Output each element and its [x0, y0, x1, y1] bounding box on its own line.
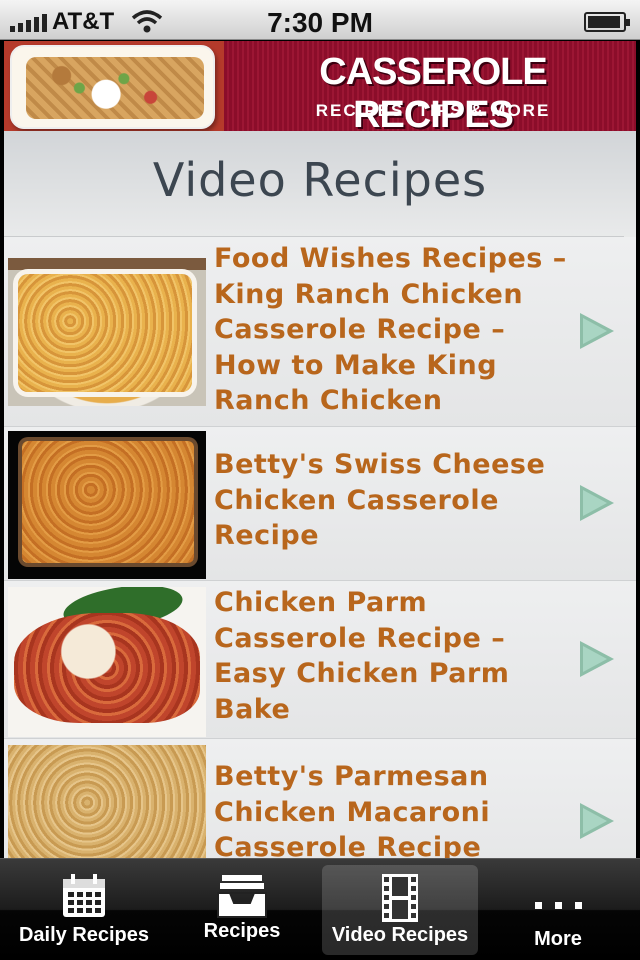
video-title: Chicken Parm Casserole Recipe – Easy Chi… [214, 587, 510, 725]
inbox-tray-icon [216, 873, 268, 923]
disclosure-arrow-icon [580, 485, 614, 521]
tab-bar: Daily Recipes Recipes Video Recipes More [0, 858, 640, 960]
film-strip-icon [380, 873, 420, 927]
header-banner: CASSEROLE RECIPES RECIPES, TIPS & MORE [4, 41, 636, 131]
tab-more[interactable]: More [480, 865, 636, 955]
casserole-dish-image [4, 41, 224, 131]
video-thumbnail [8, 745, 206, 858]
tab-label: Recipes [203, 920, 281, 942]
video-thumbnail [8, 431, 206, 579]
tab-daily-recipes[interactable]: Daily Recipes [6, 865, 162, 955]
page-title: Video Recipes [152, 153, 488, 207]
video-thumbnail [8, 258, 206, 406]
content-area[interactable]: Video Recipes Food Wishes Recipes – King… [4, 131, 636, 858]
tab-label: Video Recipes [331, 924, 469, 946]
video-list-item[interactable]: Betty's Parmesan Chicken Macaroni Casser… [4, 739, 636, 858]
status-clock: 7:30 PM [267, 7, 373, 38]
battery-icon [584, 12, 630, 32]
video-list-item[interactable]: Food Wishes Recipes – King Ranch Chicken… [4, 237, 636, 427]
disclosure-arrow-icon [580, 641, 614, 677]
video-list-item[interactable]: Betty's Swiss Cheese Chicken Casserole R… [4, 427, 636, 581]
video-title: Betty's Parmesan Chicken Macaroni Casser… [214, 761, 491, 858]
banner-subtitle: RECIPES, TIPS & MORE [315, 101, 551, 120]
video-thumbnail [8, 587, 206, 737]
video-list-item[interactable]: Chicken Parm Casserole Recipe – Easy Chi… [4, 581, 636, 739]
video-title: Food Wishes Recipes – King Ranch Chicken… [214, 243, 567, 416]
status-bar: AT&T 7:30 PM [0, 0, 640, 40]
tab-label: More [534, 928, 582, 950]
disclosure-arrow-icon [580, 313, 614, 349]
more-dots-icon [533, 895, 583, 914]
video-title: Betty's Swiss Cheese Chicken Casserole R… [214, 449, 546, 551]
disclosure-arrow-icon [580, 803, 614, 839]
tab-recipes[interactable]: Recipes [164, 865, 320, 955]
tab-label: Daily Recipes [18, 924, 150, 946]
calendar-icon [61, 873, 107, 923]
tab-video-recipes[interactable]: Video Recipes [322, 865, 478, 955]
